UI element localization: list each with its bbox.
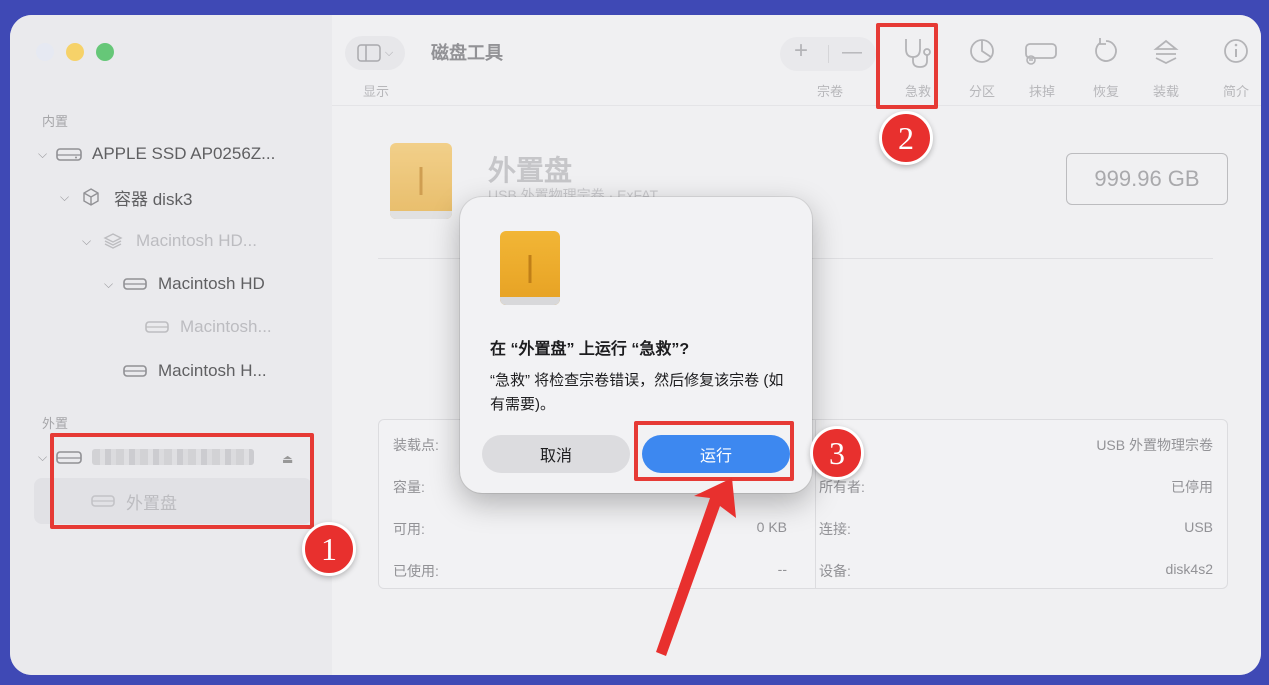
pointer-arrow-icon (656, 478, 736, 656)
